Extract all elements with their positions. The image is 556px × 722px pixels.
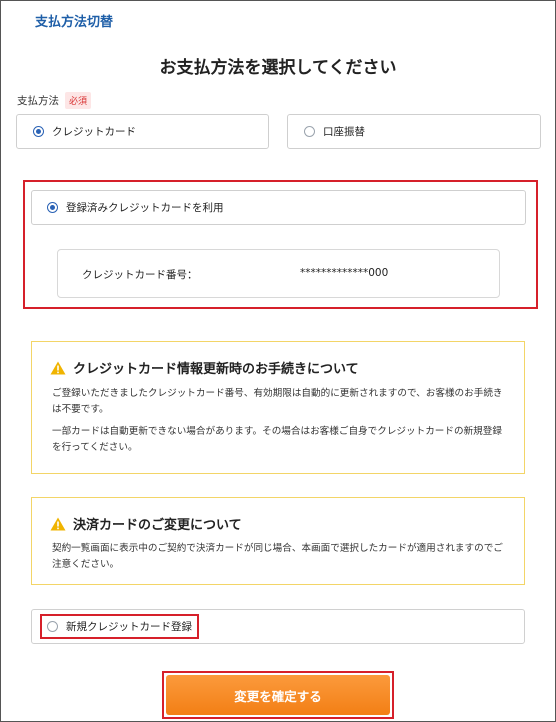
card-number-label: クレジットカード番号： [82, 269, 198, 281]
new-card-option-label: 新規クレジットカード登録 [66, 621, 192, 633]
card-update-notice-title: クレジットカード情報更新時のお手続きについて [73, 362, 359, 377]
card-change-notice-text: 契約一覧画面に表示中のご契約で決済カードが同じ場合、本画面で選択したカードが適用… [52, 543, 503, 570]
confirm-change-button[interactable]: 変更を確定する [166, 675, 390, 715]
registered-card-option[interactable]: 登録済みクレジットカードを利用 [31, 190, 526, 225]
payment-method-label: 支払方法 [17, 95, 59, 107]
required-badge: 必須 [65, 92, 92, 109]
card-number-value: *************000 [300, 267, 389, 279]
page-title: お支払方法を選択してください [159, 58, 397, 78]
card-info-panel: クレジットカード番号： *************000 [57, 249, 500, 298]
credit-card-radio[interactable] [33, 126, 44, 137]
bank-transfer-option[interactable]: 口座振替 [287, 114, 541, 149]
registered-card-option-label: 登録済みクレジットカードを利用 [66, 202, 224, 214]
bank-transfer-radio[interactable] [304, 126, 315, 137]
card-change-notice: 決済カードのご変更について 契約一覧画面に表示中のご契約で決済カードが同じ場合、… [31, 497, 525, 585]
warning-icon [50, 361, 66, 375]
registered-card-radio[interactable] [47, 202, 58, 213]
warning-icon [50, 517, 66, 531]
new-card-option-content[interactable]: 新規クレジットカード登録 [47, 619, 192, 634]
card-update-notice-text-2: 一部カードは自動更新できない場合があります。その場合はお客様ご自身でクレジットカ… [52, 426, 502, 453]
breadcrumb[interactable]: 支払方法切替 [35, 11, 113, 30]
card-update-notice: クレジットカード情報更新時のお手続きについて ご登録いただきましたクレジットカー… [31, 341, 525, 474]
card-update-notice-heading: クレジットカード情報更新時のお手続きについて [50, 358, 359, 377]
credit-card-option-label: クレジットカード [52, 126, 136, 138]
new-card-radio[interactable] [47, 621, 58, 632]
card-change-notice-title: 決済カードのご変更について [73, 518, 242, 533]
card-change-notice-heading: 決済カードのご変更について [50, 514, 242, 533]
credit-card-option[interactable]: クレジットカード [16, 114, 269, 149]
bank-transfer-option-label: 口座振替 [323, 126, 365, 138]
card-update-notice-text-1: ご登録いただきましたクレジットカード番号、有効期限は自動的に更新されますので、お… [52, 388, 503, 415]
